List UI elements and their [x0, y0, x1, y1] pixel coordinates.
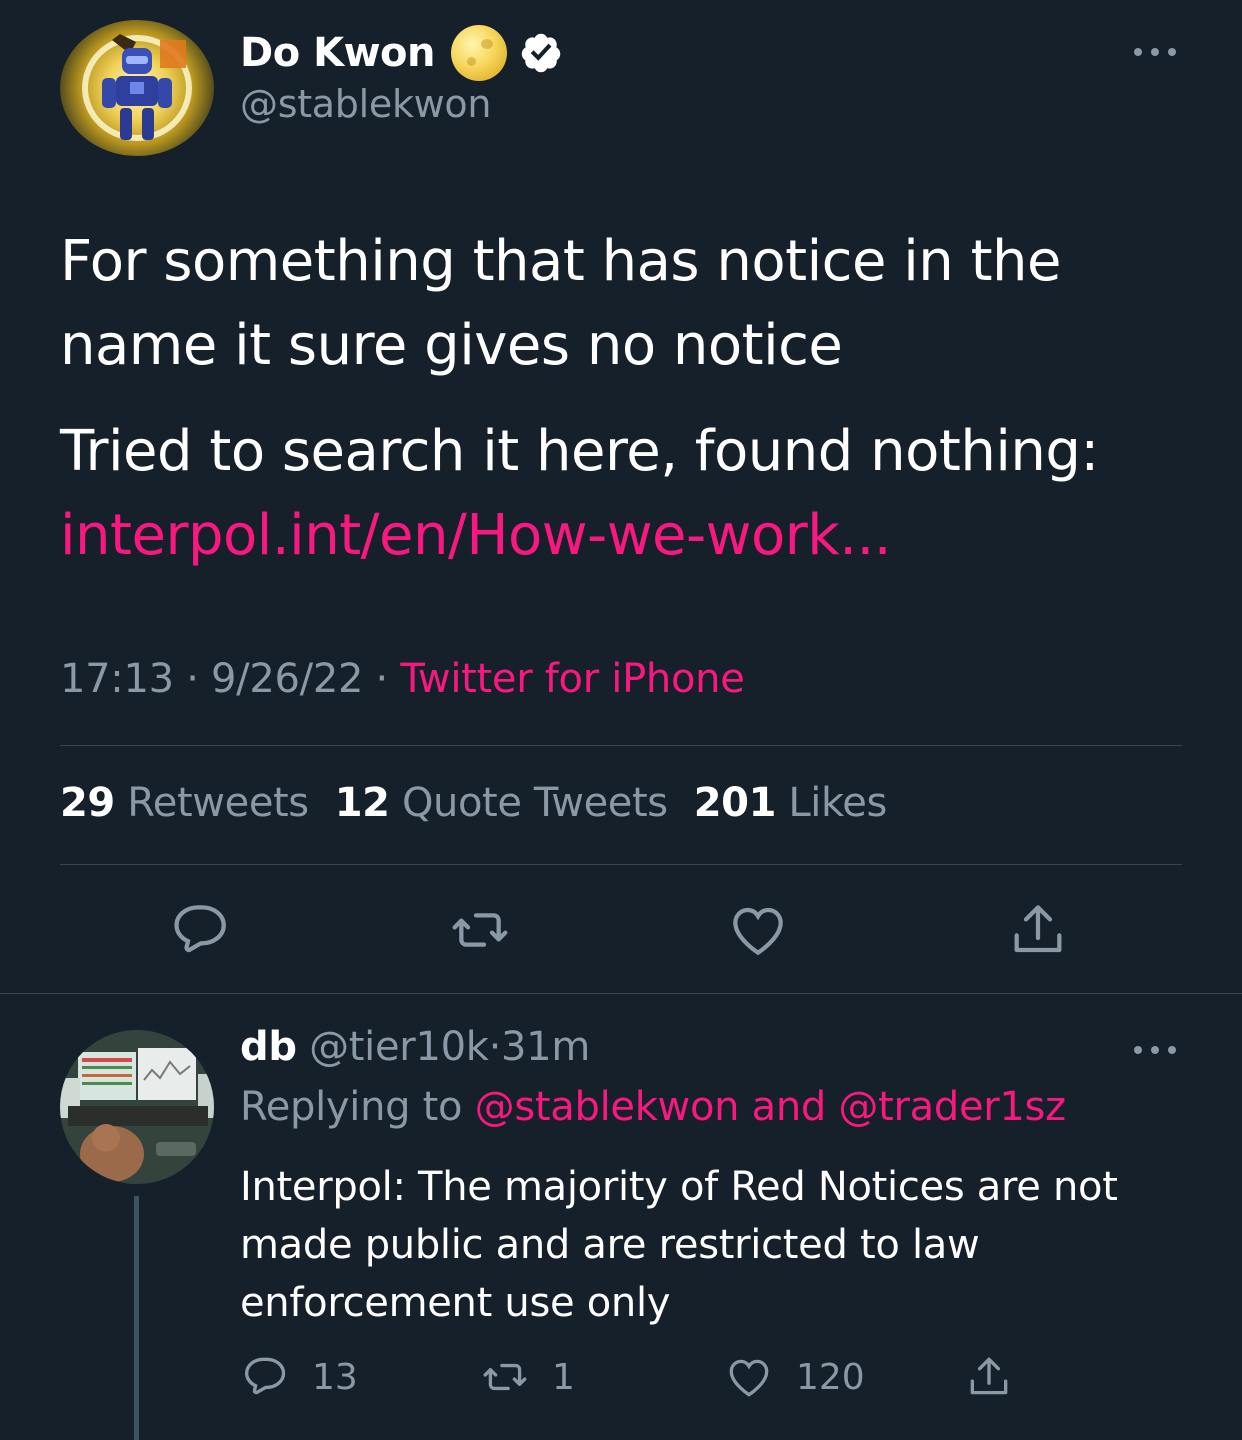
like-heart-icon: [729, 1359, 769, 1397]
mention-trader1sz[interactable]: @trader1sz: [838, 1084, 1066, 1130]
tweet-text-paragraph-1: For something that has notice in the nam…: [60, 229, 1061, 378]
retweets-stat[interactable]: 29 Retweets: [60, 780, 309, 826]
trading-desk-avatar-icon: [60, 1030, 214, 1184]
reply-display-name[interactable]: db: [240, 1024, 297, 1070]
robot-avatar-icon: [82, 34, 192, 141]
reply-age[interactable]: 31m: [501, 1024, 590, 1070]
divider: [60, 745, 1182, 746]
reply-like-button[interactable]: 120: [724, 1352, 865, 1402]
retweets-count: 29: [60, 780, 115, 826]
reply-share-button[interactable]: [964, 1352, 1014, 1402]
tweet-text-paragraph-2: Tried to search it here, found nothing: …: [60, 410, 1190, 578]
author-handle[interactable]: @stablekwon: [240, 82, 563, 126]
quote-tweets-stat[interactable]: 12 Quote Tweets: [335, 780, 668, 826]
reply-icon: [244, 1357, 286, 1395]
tweet-timestamp: 17:13 · 9/26/22 · Twitter for iPhone: [60, 656, 745, 702]
likes-label: Likes: [788, 780, 887, 826]
display-name[interactable]: Do Kwon: [240, 30, 436, 76]
tweet-stats: 29 Retweets 12 Quote Tweets 201 Likes: [60, 780, 887, 826]
retweet-icon: [483, 1363, 527, 1391]
share-icon: [970, 1357, 1008, 1395]
reply-author-avatar[interactable]: [60, 1030, 214, 1184]
reply-count: 13: [312, 1356, 358, 1398]
reply-handle[interactable]: @tier10k: [309, 1024, 489, 1070]
retweets-label: Retweets: [127, 780, 309, 826]
tweet-date[interactable]: 9/26/22: [211, 656, 363, 702]
interpol-link[interactable]: interpol.int/en/How-we-work...: [60, 503, 892, 568]
author-avatar[interactable]: [60, 20, 214, 156]
retweet-count: 1: [552, 1356, 575, 1398]
meta-separator: ·: [363, 656, 401, 702]
replying-to: Replying to @stablekwon and @trader1sz: [240, 1084, 1066, 1130]
more-options-icon[interactable]: [1132, 1040, 1178, 1060]
reply-icon[interactable]: [168, 898, 232, 962]
share-icon[interactable]: [1006, 898, 1070, 962]
verified-badge-icon: [521, 33, 561, 73]
reply-separator: ·: [488, 1024, 502, 1070]
thread-connector: [134, 1196, 139, 1440]
retweet-icon[interactable]: [448, 898, 512, 962]
meta-separator: ·: [173, 656, 212, 702]
reply-text: Interpol: The majority of Red Notices ar…: [240, 1164, 1118, 1326]
name-row: Do Kwon: [240, 25, 563, 81]
mention-stablekwon[interactable]: @stablekwon: [475, 1084, 740, 1130]
moon-emoji-icon: [451, 25, 508, 81]
quotes-count: 12: [334, 780, 390, 826]
tweet-source[interactable]: Twitter for iPhone: [400, 656, 744, 702]
likes-stat[interactable]: 201 Likes: [693, 780, 888, 826]
like-heart-icon[interactable]: [726, 898, 790, 962]
more-options-icon[interactable]: [1132, 42, 1178, 62]
tweet-detail-screen: Do Kwon @stablekwon For something that h…: [0, 0, 1242, 1440]
tweet-text-line: Tried to search it here, found nothing:: [60, 419, 1099, 484]
quotes-label: Quote Tweets: [401, 780, 668, 826]
divider: [60, 864, 1182, 865]
tweet-time[interactable]: 17:13: [60, 656, 174, 702]
divider: [0, 993, 1242, 994]
reply-retweet-button[interactable]: 1: [480, 1352, 575, 1402]
replying-prefix: Replying to: [240, 1084, 463, 1130]
like-count: 120: [796, 1356, 865, 1398]
likes-count: 201: [693, 780, 777, 826]
author-header: Do Kwon @stablekwon: [240, 25, 563, 126]
reply-header: db @tier10k·31m: [240, 1024, 590, 1070]
reply-reply-button[interactable]: 13: [240, 1352, 358, 1402]
replying-and[interactable]: and: [752, 1084, 827, 1130]
